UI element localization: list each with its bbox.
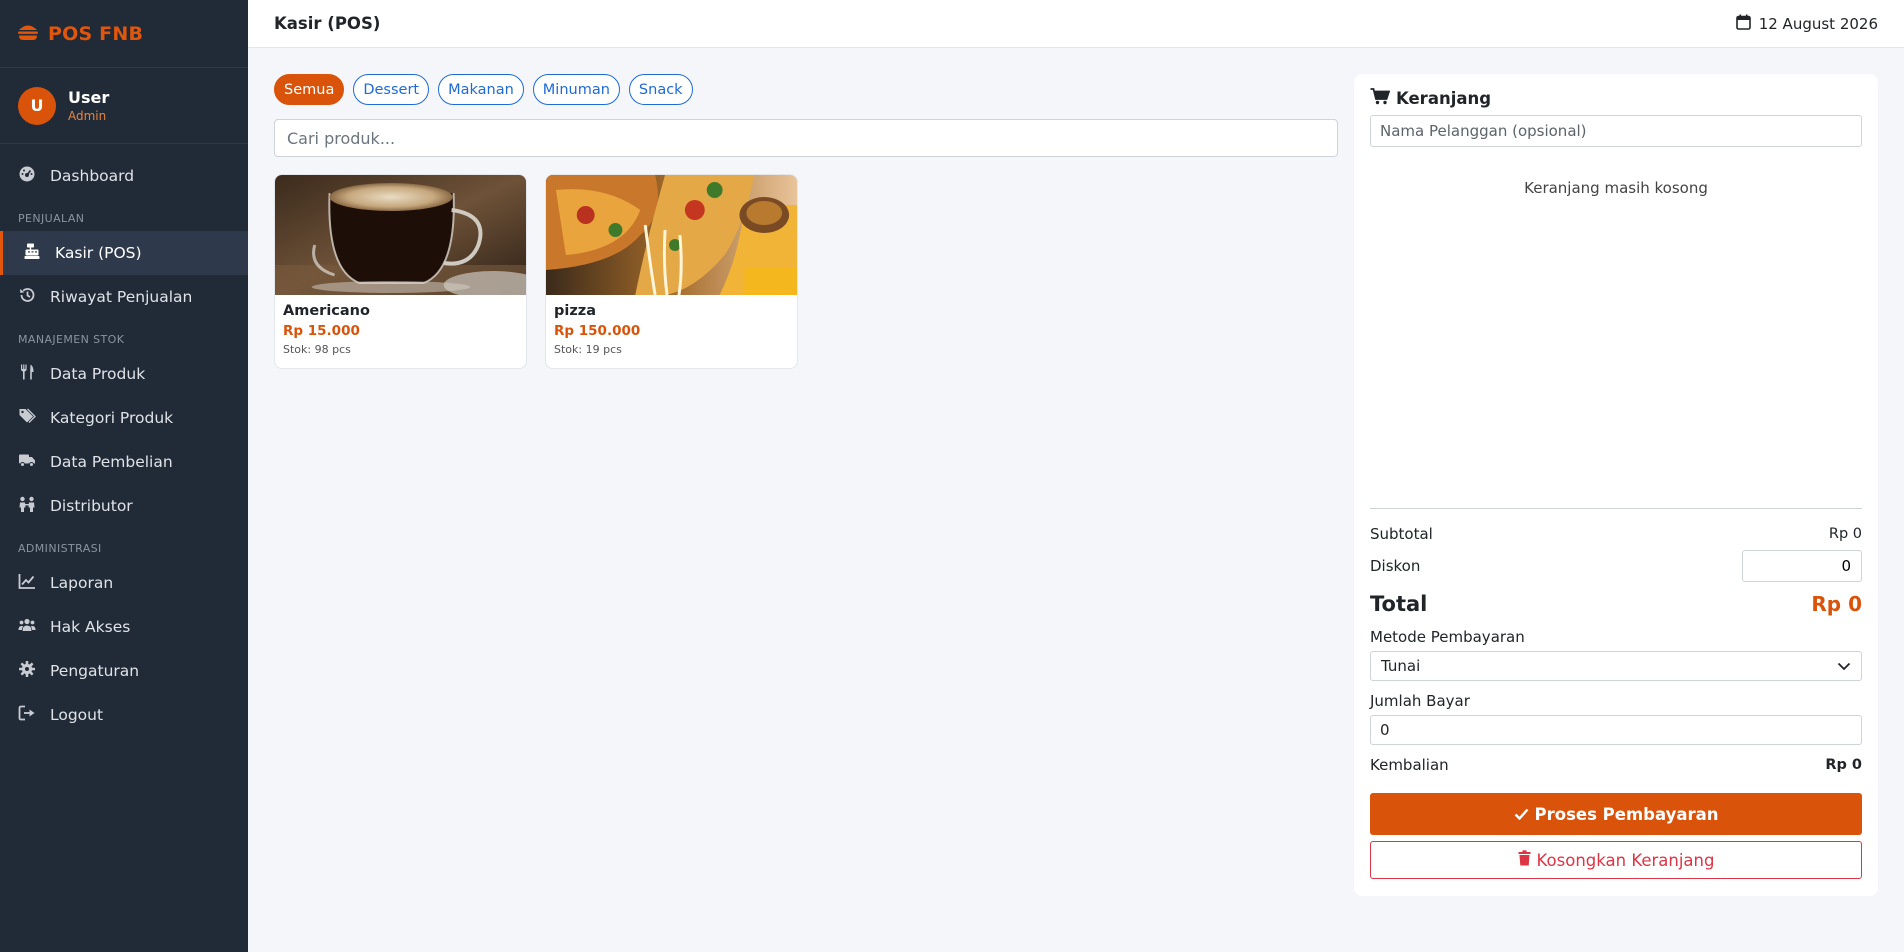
subtotal-label: Subtotal [1370, 525, 1433, 543]
product-search-input[interactable] [274, 119, 1338, 157]
nav-section-administrasi: ADMINISTRASI [18, 542, 102, 555]
history-icon [18, 286, 36, 308]
payment-method-value: Tunai [1381, 657, 1421, 675]
gear-icon [18, 660, 36, 682]
cart-divider [1370, 508, 1862, 509]
people-icon [18, 495, 36, 517]
sidebar-item-kategori-produk[interactable]: Kategori Produk [0, 396, 248, 440]
sidebar-item-pengaturan[interactable]: Pengaturan [0, 649, 248, 693]
product-stock: Stok: 19 pcs [554, 343, 622, 356]
change-value: Rp 0 [1825, 757, 1862, 773]
discount-input[interactable] [1742, 550, 1862, 582]
total-value: Rp 0 [1811, 592, 1862, 616]
utensils-icon [18, 363, 36, 385]
pizza-image [546, 175, 797, 295]
cart-panel: Keranjang Keranjang masih kosong Subtota… [1354, 74, 1878, 896]
nav-section-manajemen-stok: MANAJEMEN STOK [18, 333, 125, 346]
sidebar-item-label: Riwayat Penjualan [50, 288, 193, 306]
nav-section-penjualan: PENJUALAN [18, 212, 85, 225]
americano-image [275, 175, 526, 295]
sidebar-item-label: Kategori Produk [50, 409, 174, 427]
dashboard-icon [18, 165, 36, 187]
sidebar-item-label: Hak Akses [50, 618, 131, 636]
cart-header: Keranjang [1370, 88, 1862, 109]
cart-empty-message: Keranjang masih kosong [1524, 179, 1708, 197]
sidebar-item-label: Distributor [50, 497, 133, 515]
process-payment-label: Proses Pembayaran [1534, 804, 1719, 824]
category-semua[interactable]: Semua [274, 74, 345, 105]
logout-icon [18, 704, 36, 726]
date-text: 12 August 2026 [1758, 14, 1878, 33]
sidebar-item-dashboard[interactable]: Dashboard [0, 154, 248, 198]
check-icon [1514, 805, 1529, 824]
sidebar-item-distributor[interactable]: Distributor [0, 484, 248, 528]
change-label: Kembalian [1370, 756, 1449, 774]
calendar-icon [1735, 14, 1751, 34]
user-role: Admin [68, 109, 107, 123]
product-stock: Stok: 98 pcs [283, 343, 351, 356]
clear-cart-label: Kosongkan Keranjang [1536, 850, 1715, 870]
sidebar-nav: Dashboard PENJUALAN Kasir (POS) Riwayat … [0, 144, 248, 737]
subtotal-value: Rp 0 [1828, 526, 1862, 542]
avatar: U [18, 86, 56, 125]
cash-register-icon [23, 242, 41, 264]
product-price: Rp 15.000 [283, 323, 360, 339]
user-name: User [68, 88, 110, 107]
chevron-down-icon [1837, 657, 1851, 675]
sidebar-item-label: Laporan [50, 574, 114, 592]
discount-label: Diskon [1370, 557, 1421, 575]
sidebar-item-label: Kasir (POS) [55, 244, 142, 262]
tags-icon [18, 407, 36, 429]
payment-method-select[interactable]: Tunai [1370, 651, 1862, 681]
sidebar-item-label: Dashboard [50, 167, 135, 185]
cart-title: Keranjang [1396, 89, 1492, 108]
total-label: Total [1370, 592, 1428, 616]
sidebar-item-label: Logout [50, 706, 104, 724]
sidebar-item-data-produk[interactable]: Data Produk [0, 352, 248, 396]
paid-amount-label: Jumlah Bayar [1370, 692, 1470, 710]
sidebar: POS FNB U User Admin Dashboard PENJUALAN… [0, 0, 248, 952]
trash-icon [1518, 850, 1531, 870]
brand[interactable]: POS FNB [0, 0, 248, 68]
burger-icon [18, 23, 38, 45]
product-name: Americano [283, 303, 370, 319]
sidebar-item-logout[interactable]: Logout [0, 693, 248, 737]
product-card[interactable]: Americano Rp 15.000 Stok: 98 pcs [274, 174, 527, 369]
product-name: pizza [554, 303, 597, 319]
sidebar-item-hak-akses[interactable]: Hak Akses [0, 605, 248, 649]
sidebar-item-label: Data Pembelian [50, 453, 173, 471]
payment-method-label: Metode Pembayaran [1370, 628, 1525, 646]
category-makanan[interactable]: Makanan [438, 74, 524, 105]
sidebar-item-riwayat-penjualan[interactable]: Riwayat Penjualan [0, 275, 248, 319]
category-snack[interactable]: Snack [628, 74, 693, 105]
user-panel: U User Admin [0, 68, 248, 144]
date-display: 12 August 2026 [1735, 14, 1878, 34]
sidebar-item-laporan[interactable]: Laporan [0, 561, 248, 605]
sidebar-item-kasir[interactable]: Kasir (POS) [0, 231, 248, 275]
cart-icon [1370, 88, 1391, 109]
product-card[interactable]: pizza Rp 150.000 Stok: 19 pcs [545, 174, 798, 369]
customer-name-input[interactable] [1370, 115, 1862, 147]
sidebar-item-data-pembelian[interactable]: Data Pembelian [0, 440, 248, 484]
product-price: Rp 150.000 [554, 323, 641, 339]
category-dessert[interactable]: Dessert [353, 74, 430, 105]
main-content: Semua Dessert Makanan Minuman Snack Cari… [248, 48, 1352, 952]
clear-cart-button[interactable]: Kosongkan Keranjang [1370, 841, 1862, 879]
top-bar: Kasir (POS) 12 August 2026 [248, 0, 1904, 48]
page-title: Kasir (POS) [274, 14, 381, 33]
brand-name: POS FNB [48, 22, 144, 45]
sidebar-item-label: Pengaturan [50, 662, 140, 680]
chart-line-icon [18, 572, 36, 594]
users-icon [18, 616, 36, 638]
truck-icon [18, 451, 36, 473]
process-payment-button[interactable]: Proses Pembayaran [1370, 793, 1862, 835]
product-grid: Americano Rp 15.000 Stok: 98 pcs pizza R… [274, 174, 1326, 369]
sidebar-item-label: Data Produk [50, 365, 146, 383]
category-minuman[interactable]: Minuman [532, 74, 620, 105]
category-filter: Semua Dessert Makanan Minuman Snack [274, 74, 1326, 105]
cart-summary: Subtotal Rp 0 Diskon Total Rp 0 Metode P… [1370, 524, 1862, 879]
paid-amount-input[interactable] [1370, 715, 1862, 745]
